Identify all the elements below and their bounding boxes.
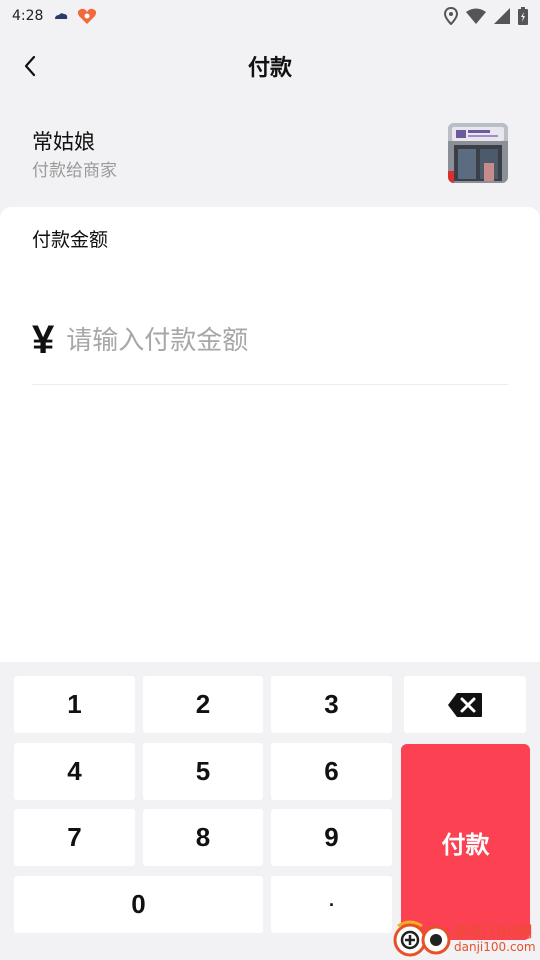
key-6[interactable]: 6 bbox=[271, 743, 392, 800]
key-0[interactable]: 0 bbox=[14, 876, 263, 933]
location-icon bbox=[444, 7, 458, 25]
status-bar: 4:28 bbox=[0, 0, 540, 32]
merchant-name: 常姑娘 bbox=[32, 130, 95, 154]
backspace-button[interactable] bbox=[404, 676, 526, 733]
status-time: 4:28 bbox=[12, 8, 44, 24]
watermark-logo-icon bbox=[393, 920, 451, 957]
merchant-subtitle: 付款给商家 bbox=[32, 161, 117, 181]
merchant-info: 常姑娘 付款给商家 bbox=[0, 116, 540, 196]
page-title: 付款 bbox=[247, 56, 292, 81]
key-7[interactable]: 7 bbox=[14, 809, 135, 866]
amount-label: 付款金额 bbox=[32, 229, 109, 251]
key-2[interactable]: 2 bbox=[143, 676, 263, 733]
merchant-photo bbox=[448, 123, 508, 183]
battery-icon bbox=[518, 7, 528, 25]
status-system-icons bbox=[444, 7, 528, 25]
key-5[interactable]: 5 bbox=[143, 743, 263, 800]
heart-app-icon bbox=[78, 8, 97, 24]
signal-icon bbox=[494, 8, 510, 24]
status-notification-icons bbox=[53, 7, 97, 25]
amount-input[interactable] bbox=[66, 325, 447, 356]
key-3[interactable]: 3 bbox=[271, 676, 392, 733]
amount-row: ¥ bbox=[32, 297, 508, 385]
key-4[interactable]: 4 bbox=[14, 743, 135, 800]
payment-card: 付款金额 ¥ bbox=[0, 207, 540, 667]
watermark: 单机100网 danji100.com bbox=[392, 916, 540, 960]
watermark-title: 单机100网 bbox=[454, 922, 533, 941]
chevron-left-icon bbox=[24, 55, 36, 77]
key-9[interactable]: 9 bbox=[271, 809, 392, 866]
back-button[interactable] bbox=[14, 50, 46, 82]
cloud-app-icon bbox=[55, 13, 68, 19]
currency-symbol: ¥ bbox=[32, 318, 55, 362]
header: 付款 bbox=[0, 36, 540, 96]
wifi-icon bbox=[466, 8, 486, 24]
key-1[interactable]: 1 bbox=[14, 676, 135, 733]
pay-button[interactable]: 付款 bbox=[401, 744, 530, 940]
watermark-url: danji100.com bbox=[454, 940, 536, 954]
backspace-icon bbox=[448, 692, 482, 717]
key-8[interactable]: 8 bbox=[143, 809, 263, 866]
key-decimal[interactable]: . bbox=[271, 876, 392, 933]
